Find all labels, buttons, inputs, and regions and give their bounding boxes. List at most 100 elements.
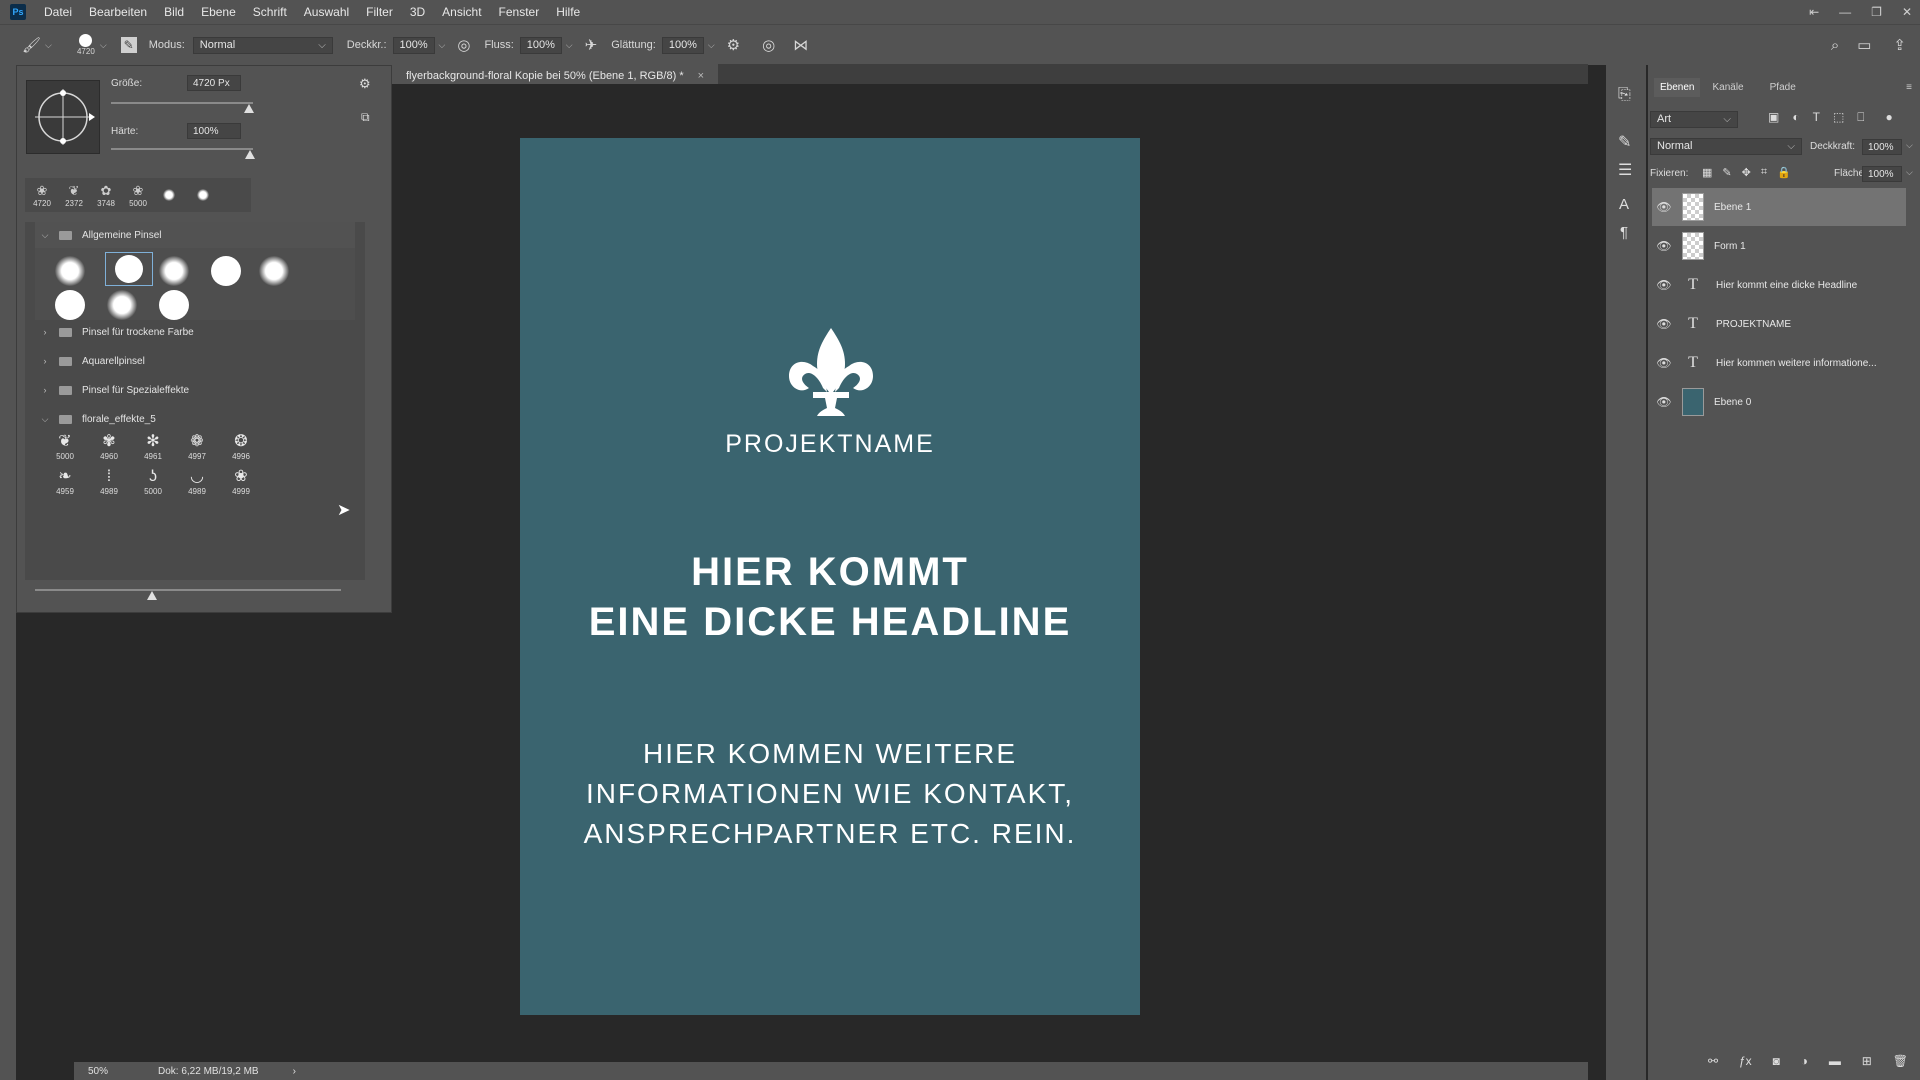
menu-datei[interactable]: Datei: [44, 5, 72, 19]
panel-settings-gear-icon[interactable]: ⚙: [359, 76, 371, 92]
haerte-slider-track[interactable]: [111, 148, 253, 150]
symmetry-butterfly-icon[interactable]: ⋈: [793, 36, 808, 54]
tool-preset-chevron-icon[interactable]: ⌵: [45, 40, 52, 51]
groesse-slider-handle[interactable]: [244, 104, 254, 113]
visibility-eye-icon[interactable]: 👁: [1652, 395, 1676, 409]
haerte-input[interactable]: 100%: [187, 123, 241, 139]
hard-round-brush[interactable]: [211, 256, 241, 286]
filter-shape-icon[interactable]: ⬚: [1833, 110, 1844, 125]
lock-pixels-icon[interactable]: ✎: [1722, 166, 1731, 179]
deckkraft-input[interactable]: 100%: [392, 36, 435, 54]
preview-size-slider-handle[interactable]: [147, 591, 157, 600]
visibility-eye-icon[interactable]: 👁: [1652, 356, 1676, 370]
visibility-eye-icon[interactable]: 👁: [1652, 200, 1676, 214]
brush-tool-icon[interactable]: 🖌: [22, 36, 41, 54]
menu-filter[interactable]: Filter: [366, 5, 393, 19]
workspace-switcher-icon[interactable]: ▭: [1857, 36, 1871, 54]
menu-hilfe[interactable]: Hilfe: [556, 5, 580, 19]
recent-brush-1[interactable]: ❀ 4720: [27, 183, 57, 208]
lock-position-icon[interactable]: ✥: [1742, 166, 1751, 179]
brush-size-picker[interactable]: 4720: [74, 34, 98, 56]
visibility-eye-icon[interactable]: 👁: [1652, 239, 1676, 253]
recent-soft-brush-icon[interactable]: [197, 189, 209, 201]
close-tab-icon[interactable]: ×: [698, 70, 704, 82]
brush-settings-icon[interactable]: ✎: [1618, 132, 1631, 152]
status-menu-arrow-icon[interactable]: ›: [293, 1066, 296, 1077]
character-icon[interactable]: A: [1619, 196, 1629, 213]
floral-brush[interactable]: ◡ 4989: [175, 467, 219, 502]
recent-soft-brush-icon[interactable]: [163, 189, 175, 201]
tab-pfade[interactable]: Pfade: [1770, 82, 1796, 93]
share-icon[interactable]: ⇪: [1893, 36, 1906, 54]
lock-transparency-icon[interactable]: ▦: [1702, 166, 1712, 179]
delete-layer-trash-icon[interactable]: 🗑: [1893, 1054, 1908, 1068]
flyer-canvas[interactable]: PROJEKTNAME HIER KOMMT EINE DICKE HEADLI…: [520, 138, 1140, 1015]
smoothing-options-gear-icon[interactable]: ⚙: [727, 36, 740, 54]
visibility-eye-icon[interactable]: 👁: [1652, 317, 1676, 331]
group-florale-effekte[interactable]: ⌵ florale_effekte_5: [35, 406, 355, 432]
floral-brush[interactable]: ʖ 5000: [131, 467, 175, 502]
tab-ebenen[interactable]: Ebenen: [1654, 77, 1701, 97]
modus-dropdown[interactable]: Normal: [192, 36, 333, 54]
lock-artboard-icon[interactable]: ⌗: [1761, 166, 1767, 179]
layer-blend-mode-dropdown[interactable]: Normal: [1650, 138, 1802, 155]
brush-picker-chevron-icon[interactable]: ⌵: [100, 40, 107, 51]
hard-round-brush-selected[interactable]: [105, 252, 153, 286]
menu-ansicht[interactable]: Ansicht: [442, 5, 481, 19]
brush-angle-preview[interactable]: [26, 80, 100, 154]
pressure-size-icon[interactable]: ◎: [762, 36, 775, 54]
menu-schrift[interactable]: Schrift: [253, 5, 287, 19]
collapse-window-icon[interactable]: ⇤: [1809, 5, 1819, 19]
menu-fenster[interactable]: Fenster: [499, 5, 540, 19]
hard-round-brush[interactable]: [55, 290, 85, 320]
floral-brush[interactable]: ⁞ 4989: [87, 467, 131, 502]
history-icon[interactable]: ⎘: [1618, 86, 1631, 104]
soft-round-brush[interactable]: [259, 256, 289, 286]
link-layers-icon[interactable]: ⚯: [1708, 1054, 1718, 1068]
search-icon[interactable]: ⌕: [1831, 37, 1839, 54]
menu-ebene[interactable]: Ebene: [201, 5, 236, 19]
group-pinsel-spezialeffekte[interactable]: › Pinsel für Spezialeffekte: [35, 377, 355, 403]
soft-round-brush[interactable]: [159, 256, 189, 286]
glaettung-chevron-icon[interactable]: ⌵: [708, 40, 715, 51]
filter-smart-object-icon[interactable]: ⎕: [1857, 110, 1864, 125]
paragraph-icon[interactable]: ¶: [1620, 224, 1628, 241]
restore-window-icon[interactable]: ❐: [1871, 5, 1882, 19]
new-preset-icon[interactable]: ⧉: [361, 110, 370, 125]
soft-round-brush[interactable]: [107, 290, 137, 320]
filter-text-icon[interactable]: T: [1813, 110, 1820, 125]
new-layer-icon[interactable]: ⊞: [1862, 1054, 1872, 1068]
recent-brush-2[interactable]: ❦ 2372: [59, 183, 89, 208]
close-window-icon[interactable]: ✕: [1902, 5, 1912, 19]
add-mask-icon[interactable]: ◙: [1773, 1054, 1780, 1068]
fluss-input[interactable]: 100%: [519, 36, 562, 54]
haerte-slider-handle[interactable]: [245, 150, 255, 159]
menu-bearbeiten[interactable]: Bearbeiten: [89, 5, 147, 19]
layer-fill-chevron-icon[interactable]: ⌵: [1906, 167, 1913, 178]
recent-brush-3[interactable]: ✿ 3748: [91, 183, 121, 208]
menu-bild[interactable]: Bild: [164, 5, 184, 19]
menu-3d[interactable]: 3D: [410, 5, 425, 19]
deckkraft-chevron-icon[interactable]: ⌵: [439, 40, 446, 51]
new-adjustment-icon[interactable]: ◑: [1801, 1054, 1808, 1068]
groesse-input[interactable]: 4720 Px: [187, 75, 241, 91]
group-allgemeine-pinsel[interactable]: ⌵ Allgemeine Pinsel: [35, 222, 355, 248]
layer-row[interactable]: 👁 Form 1: [1652, 227, 1906, 265]
layer-fill-input[interactable]: 100%: [1862, 166, 1902, 182]
brush-settings-toggle-icon[interactable]: ✎: [120, 37, 137, 53]
layer-row[interactable]: 👁 T Hier kommt eine dicke Headline: [1652, 266, 1906, 304]
airbrush-icon[interactable]: ✈: [585, 36, 598, 54]
minimize-window-icon[interactable]: —: [1839, 5, 1851, 19]
layer-opacity-input[interactable]: 100%: [1862, 139, 1902, 155]
filter-adjustment-icon[interactable]: ◐: [1792, 110, 1799, 125]
preview-size-slider-track[interactable]: [35, 589, 341, 591]
filter-pixel-icon[interactable]: ▣: [1768, 110, 1779, 125]
layer-style-fx-icon[interactable]: ƒx: [1739, 1054, 1752, 1068]
group-aquarellpinsel[interactable]: › Aquarellpinsel: [35, 348, 355, 374]
panel-menu-icon[interactable]: ≡: [1906, 82, 1912, 93]
layer-row[interactable]: 👁 Ebene 0: [1652, 383, 1906, 421]
floral-brush[interactable]: ✾ 4960: [87, 432, 131, 467]
tab-kanaele[interactable]: Kanäle: [1712, 82, 1743, 93]
lock-all-icon[interactable]: 🔒: [1777, 166, 1791, 179]
floral-brush[interactable]: ❁ 4997: [175, 432, 219, 467]
